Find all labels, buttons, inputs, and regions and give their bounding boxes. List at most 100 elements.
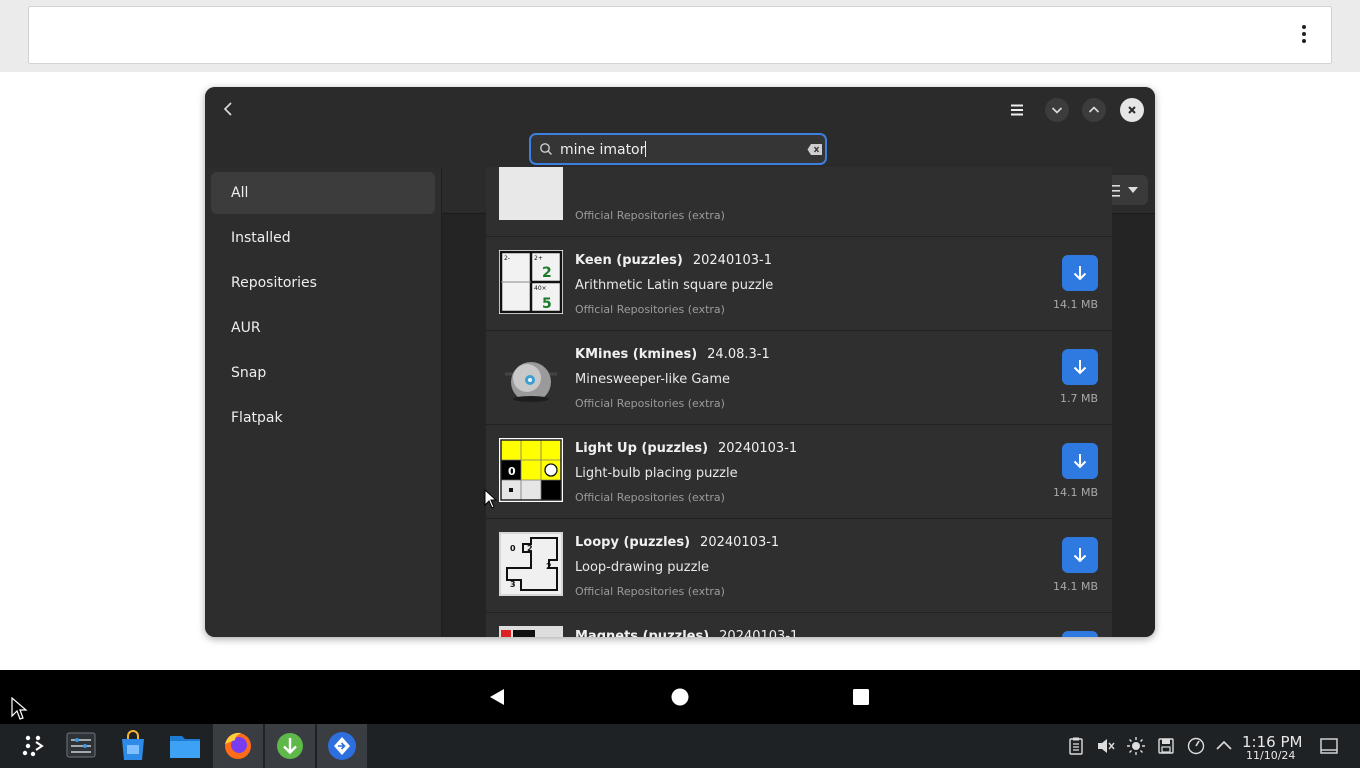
package-size: 14.1 MB (1052, 580, 1098, 593)
sidebar-item-aur[interactable]: AUR (211, 307, 435, 349)
nav-home-icon[interactable] (670, 687, 690, 707)
chevron-up-icon[interactable] (1214, 736, 1234, 756)
sidebar-item-installed[interactable]: Installed (211, 217, 435, 259)
sidebar-item-label: AUR (231, 320, 261, 336)
top-bar (0, 0, 1360, 72)
install-button[interactable] (1062, 255, 1098, 291)
install-button[interactable] (1062, 631, 1098, 637)
download-icon (1073, 360, 1087, 375)
search-icon (540, 143, 552, 155)
loopy-clue: 3 (510, 580, 516, 589)
system-settings-icon[interactable] (56, 724, 106, 768)
list-item[interactable]: 2- 2+ 2 40× 5 Keen (puzzles) 20240103-1 A… (486, 237, 1112, 331)
clear-search-icon[interactable] (807, 143, 823, 156)
nav-recents-icon[interactable] (852, 688, 870, 706)
search-input[interactable]: mine imator (529, 133, 827, 165)
application-launcher-icon[interactable] (8, 724, 58, 768)
package-name: Keen (puzzles) (575, 253, 683, 268)
show-desktop-icon[interactable] (1318, 736, 1340, 756)
kmines-icon (499, 344, 563, 408)
sidebar-item-label: Flatpak (231, 410, 283, 426)
package-name: KMines (kmines) (575, 347, 698, 362)
list-item[interactable]: Magnets (puzzles) 20240103-1 (486, 613, 1112, 637)
lightup-clue: 0 (508, 465, 516, 478)
package-repo: Official Repositories (extra) (575, 491, 725, 504)
download-icon (1073, 454, 1087, 469)
overflow-menu-icon[interactable] (1299, 25, 1309, 47)
power-profile-icon[interactable] (1186, 736, 1206, 756)
package-repo: Official Repositories (extra) (575, 397, 725, 410)
list-item[interactable]: Official Repositories (extra) (486, 167, 1112, 237)
sidebar-item-label: Installed (231, 230, 291, 246)
nav-back-icon[interactable] (488, 688, 506, 706)
sidebar-item-repositories[interactable]: Repositories (211, 262, 435, 304)
minimize-button[interactable] (1045, 98, 1069, 122)
keen-cage-label: 2+ (534, 255, 543, 262)
package-repo: Official Repositories (extra) (575, 209, 725, 222)
package-repo: Official Repositories (extra) (575, 585, 725, 598)
sidebar-item-flatpak[interactable]: Flatpak (211, 397, 435, 439)
sidebar-item-label: All (231, 185, 249, 201)
list-item[interactable]: 0 2 2 3 Loopy (puzzles) 20240103-1 Loop-d… (486, 519, 1112, 613)
package-manager-icon[interactable] (265, 724, 315, 768)
taskbar (0, 724, 1360, 768)
install-button[interactable] (1062, 349, 1098, 385)
package-version: 20240103-1 (692, 253, 772, 268)
results-pane: Official Repositories (extra) 2- 2+ 2 40… (442, 167, 1155, 637)
discover-store-icon[interactable] (108, 724, 158, 768)
keen-cage-label: 2- (504, 255, 510, 262)
package-size: 14.1 MB (1052, 486, 1098, 499)
keen-cell-value: 5 (542, 296, 552, 312)
download-icon (1073, 548, 1087, 563)
keen-icon: 2- 2+ 2 40× 5 (499, 250, 563, 314)
loopy-clue: 0 (510, 544, 516, 553)
package-thumbnail (499, 167, 563, 220)
firefox-icon[interactable] (213, 724, 263, 768)
download-icon (1073, 266, 1087, 281)
package-description: Loop-drawing puzzle (575, 560, 710, 575)
package-version: 20240103-1 (718, 441, 798, 456)
text-caret (645, 141, 647, 157)
clock-date[interactable]: 11/10/24 (1246, 749, 1295, 762)
maximize-button[interactable] (1082, 98, 1106, 122)
lightup-icon: 0 (499, 438, 563, 502)
chevron-down-icon (1051, 107, 1063, 114)
sidebar-item-label: Snap (231, 365, 267, 381)
sidebar-item-snap[interactable]: Snap (211, 352, 435, 394)
loopy-clue: 2 (527, 544, 533, 553)
close-button[interactable] (1120, 98, 1144, 122)
back-icon[interactable] (219, 99, 239, 119)
sidebar: All Installed Repositories AUR Snap Flat… (205, 167, 442, 637)
hamburger-menu-button[interactable] (1005, 98, 1029, 122)
magnets-thumbnail-mark (501, 630, 511, 637)
install-button[interactable] (1062, 443, 1098, 479)
navigation-bar (0, 670, 1360, 724)
file-manager-icon[interactable] (160, 724, 210, 768)
package-name: Magnets (puzzles) (575, 629, 710, 637)
keen-cell-value: 2 (542, 265, 552, 281)
address-field[interactable] (28, 6, 1332, 64)
header-bar: mine imator (205, 87, 1155, 167)
search-query: mine imator (560, 142, 646, 158)
mouse-cursor-icon (11, 697, 28, 720)
list-item[interactable]: 0 Light Up (puzzles) 20240103-1 Light-bul… (486, 425, 1112, 519)
package-description: Minesweeper-like Game (575, 372, 731, 387)
package-name: Loopy (puzzles) (575, 535, 691, 550)
package-size: 14.1 MB (1052, 298, 1098, 311)
package-version: 20240103-1 (700, 535, 780, 550)
install-button[interactable] (1062, 537, 1098, 573)
remote-desktop-icon[interactable] (317, 724, 367, 768)
storage-icon[interactable] (1156, 736, 1176, 756)
package-name: Light Up (puzzles) (575, 441, 709, 456)
list-item[interactable]: KMines (kmines) 24.08.3-1 Minesweeper-lik… (486, 331, 1112, 425)
package-version: 24.08.3-1 (707, 347, 770, 362)
clipboard-icon[interactable] (1066, 736, 1086, 756)
package-thumbnail (499, 626, 563, 637)
magnets-thumbnail-mark (513, 630, 535, 637)
volume-muted-icon[interactable] (1096, 736, 1116, 756)
brightness-icon[interactable] (1126, 736, 1146, 756)
hamburger-icon (1011, 104, 1023, 116)
loopy-icon: 0 2 2 3 (499, 532, 563, 596)
sidebar-item-all[interactable]: All (211, 172, 435, 214)
results-list: Official Repositories (extra) 2- 2+ 2 40… (486, 167, 1112, 637)
